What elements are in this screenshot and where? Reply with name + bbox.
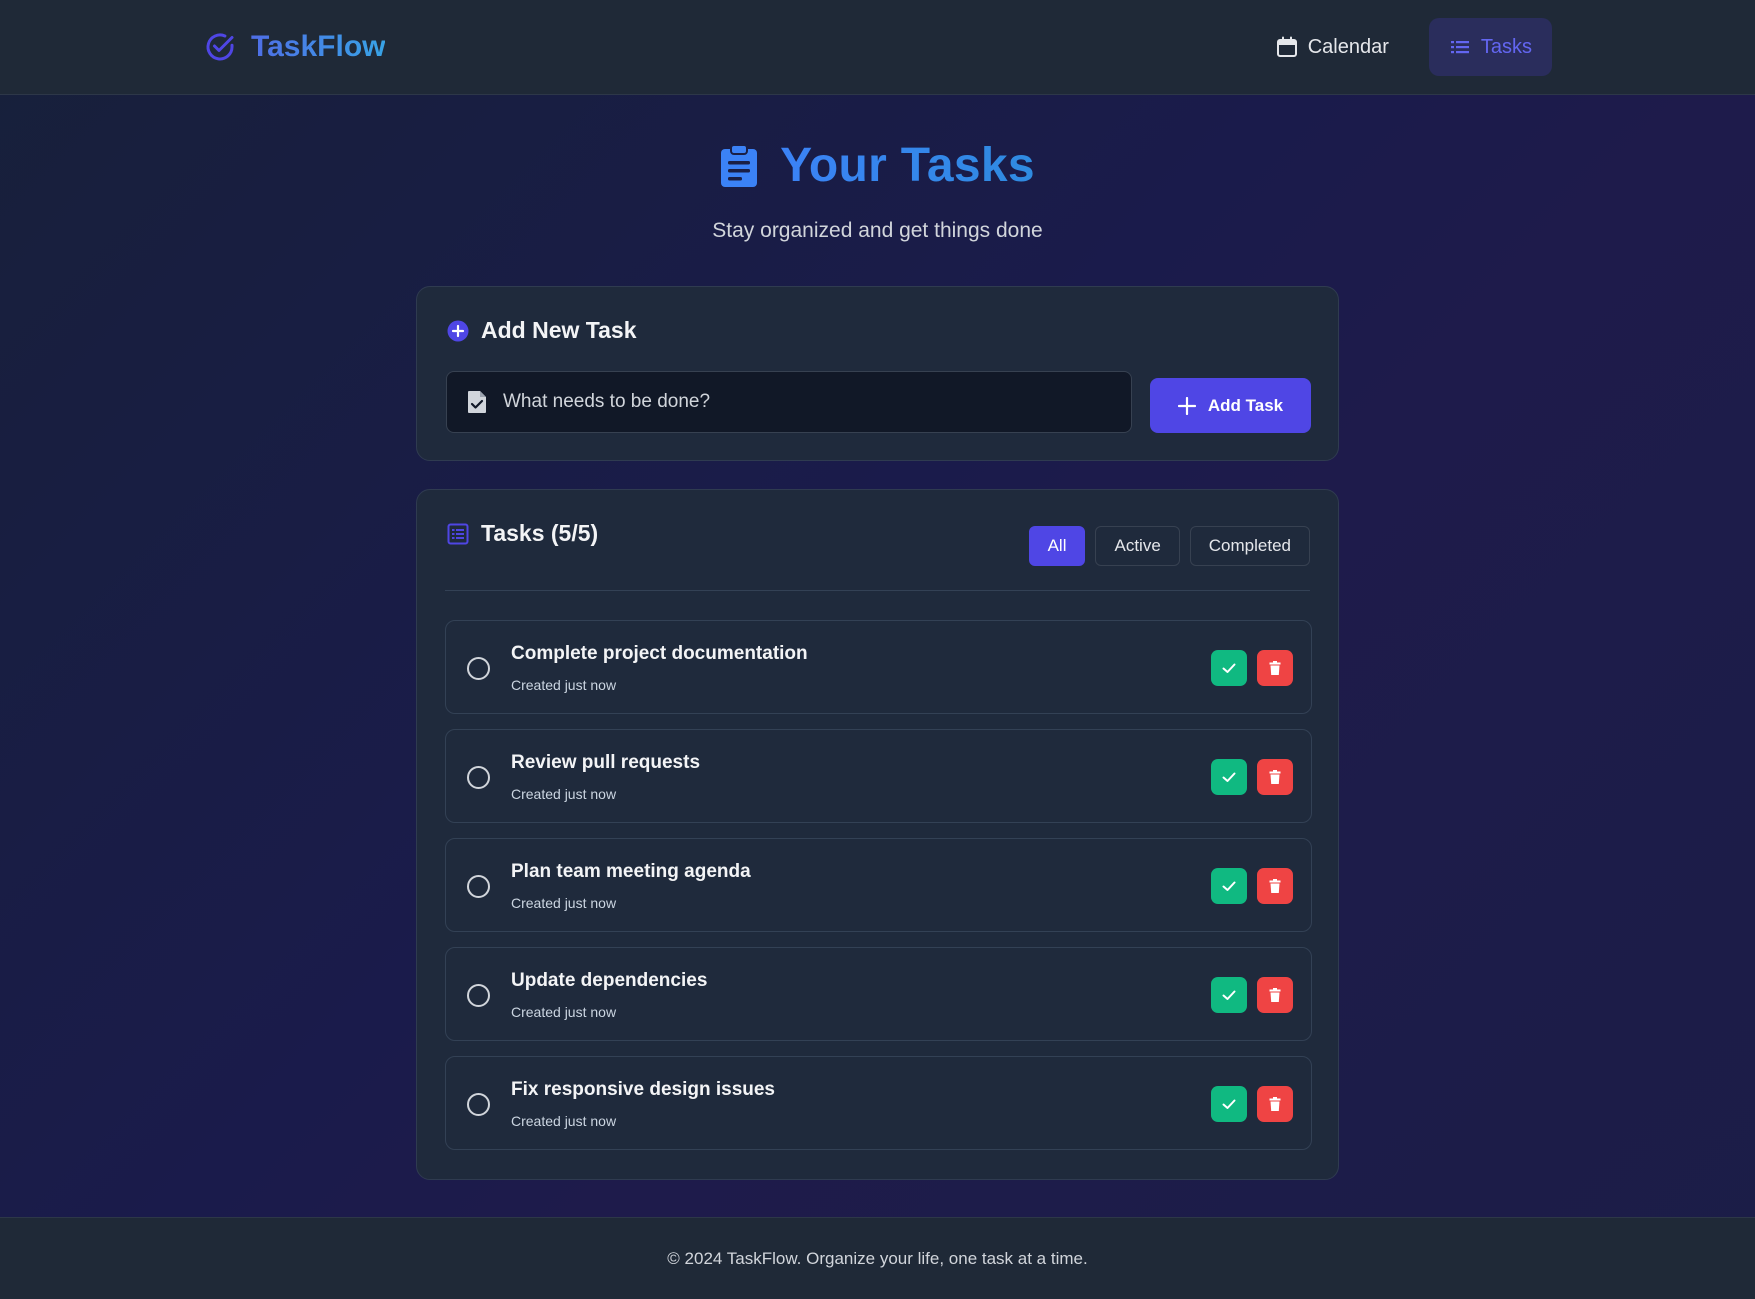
task-toggle-circle[interactable] — [467, 984, 490, 1007]
complete-task-button[interactable] — [1211, 650, 1247, 686]
task-meta: Created just now — [511, 895, 617, 911]
add-task-button[interactable]: Add Task — [1150, 378, 1311, 433]
delete-task-button[interactable] — [1257, 759, 1293, 795]
complete-task-button[interactable] — [1211, 759, 1247, 795]
task-item: Update dependencies Created just now — [445, 947, 1312, 1041]
add-task-button-label: Add Task — [1207, 395, 1284, 415]
add-task-card: Add New Task Add Task — [416, 286, 1339, 461]
nav-calendar-link[interactable]: Calendar — [1256, 18, 1409, 76]
add-task-heading: Add New Task — [447, 317, 637, 344]
trash-icon — [1269, 879, 1281, 893]
task-item: Review pull requests Created just now — [445, 729, 1312, 823]
calendar-icon — [1276, 36, 1297, 57]
delete-task-button[interactable] — [1257, 1086, 1293, 1122]
delete-task-button[interactable] — [1257, 868, 1293, 904]
task-actions — [1211, 1086, 1293, 1122]
task-title: Plan team meeting agenda — [511, 861, 751, 882]
filter-active-button[interactable]: Active — [1095, 526, 1180, 566]
page-subtitle: Stay organized and get things done — [712, 219, 1043, 242]
check-circle-icon — [206, 33, 234, 61]
task-toggle-circle[interactable] — [467, 875, 490, 898]
delete-task-button[interactable] — [1257, 650, 1293, 686]
filter-all-button[interactable]: All — [1028, 526, 1086, 566]
task-list: Complete project documentation Created j… — [445, 620, 1312, 1165]
footer-text: © 2024 TaskFlow. Organize your life, one… — [667, 1248, 1088, 1268]
footer: © 2024 TaskFlow. Organize your life, one… — [0, 1217, 1755, 1299]
filter-group: All Active Completed — [1028, 526, 1310, 566]
trash-icon — [1269, 661, 1281, 675]
delete-task-button[interactable] — [1257, 977, 1293, 1013]
task-meta: Created just now — [511, 1004, 617, 1020]
task-meta: Created just now — [511, 786, 617, 802]
check-icon — [1222, 1099, 1236, 1109]
check-icon — [1222, 990, 1236, 1000]
list-alt-icon — [447, 523, 469, 544]
task-item: Fix responsive design issues Created jus… — [445, 1056, 1312, 1150]
list-icon — [1450, 41, 1469, 54]
task-item: Complete project documentation Created j… — [445, 620, 1312, 714]
page-title: Your Tasks — [780, 139, 1035, 192]
task-input-wrapper — [446, 371, 1132, 433]
trash-icon — [1269, 988, 1281, 1002]
task-list-heading: Tasks (5/5) — [447, 520, 598, 547]
task-actions — [1211, 868, 1293, 904]
plus-icon — [1177, 396, 1196, 415]
task-item: Plan team meeting agenda Created just no… — [445, 838, 1312, 932]
file-edit-icon — [468, 391, 486, 413]
add-task-heading-label: Add New Task — [481, 317, 637, 343]
nav-links: Calendar Tasks — [1256, 18, 1552, 76]
navbar: TaskFlow Calendar Tasks — [0, 0, 1755, 95]
hero-title: Your Tasks — [0, 138, 1755, 193]
complete-task-button[interactable] — [1211, 868, 1247, 904]
trash-icon — [1269, 770, 1281, 784]
task-toggle-circle[interactable] — [467, 1093, 490, 1116]
task-title: Complete project documentation — [511, 643, 808, 664]
nav-tasks-label: Tasks — [1480, 35, 1532, 58]
task-toggle-circle[interactable] — [467, 766, 490, 789]
task-count-label: Tasks (5/5) — [481, 520, 599, 546]
task-toggle-circle[interactable] — [467, 657, 490, 680]
clipboard-icon — [721, 143, 758, 187]
task-title: Update dependencies — [511, 970, 708, 991]
task-actions — [1211, 977, 1293, 1013]
trash-icon — [1269, 1097, 1281, 1111]
check-icon — [1222, 881, 1236, 891]
task-meta: Created just now — [511, 1113, 617, 1129]
task-title: Review pull requests — [511, 752, 701, 773]
nav-calendar-label: Calendar — [1307, 35, 1389, 58]
complete-task-button[interactable] — [1211, 1086, 1247, 1122]
task-title: Fix responsive design issues — [511, 1079, 775, 1100]
divider — [445, 590, 1310, 591]
task-actions — [1211, 759, 1293, 795]
brand[interactable]: TaskFlow — [203, 28, 385, 66]
check-icon — [1222, 663, 1236, 673]
nav-tasks-link[interactable]: Tasks — [1428, 18, 1552, 76]
check-icon — [1222, 772, 1236, 782]
task-actions — [1211, 650, 1293, 686]
plus-circle-icon — [447, 320, 469, 341]
task-list-card: Tasks (5/5) All Active Completed Complet… — [416, 489, 1339, 1180]
filter-completed-button[interactable]: Completed — [1189, 526, 1310, 566]
task-meta: Created just now — [511, 677, 617, 693]
complete-task-button[interactable] — [1211, 977, 1247, 1013]
brand-name: TaskFlow — [251, 30, 386, 63]
new-task-input[interactable] — [503, 391, 1131, 413]
